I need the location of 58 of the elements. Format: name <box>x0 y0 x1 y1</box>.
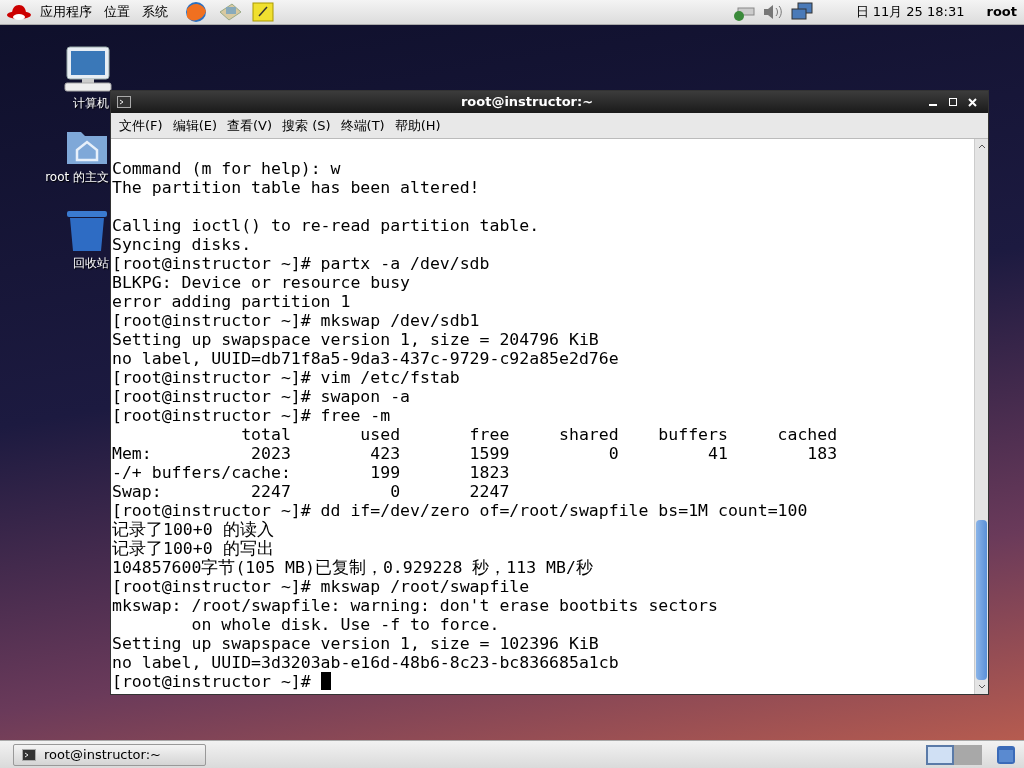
close-icon[interactable] <box>968 97 977 107</box>
terminal-line: [root@instructor ~]# mkswap /dev/sdb1 <box>112 311 480 330</box>
terminal-line: Calling ioctl() to re-read partition table. <box>112 216 540 235</box>
terminal-line: [root@instructor ~]# partx -a /dev/sdb <box>112 254 490 273</box>
terminal-line: [root@instructor ~]# mkswap /root/swapfile <box>112 577 530 596</box>
window-title: root@instructor:~ <box>459 93 595 112</box>
terminal-line: no label, UUID=3d3203ab-e16d-48b6-8c23-bc836685a1cb <box>112 653 619 672</box>
scrollbar[interactable] <box>974 139 988 694</box>
terminal-line: [root@instructor ~]# vim /etc/fstab <box>112 368 460 387</box>
hat-logo-icon[interactable] <box>6 3 32 21</box>
terminal-line: Setting up swapspace version 1, size = 102396 KiB <box>112 634 599 653</box>
scroll-thumb[interactable] <box>976 520 987 680</box>
menu-item[interactable]: 帮助(H) <box>394 115 441 136</box>
terminal-line: Syncing disks. <box>112 235 252 254</box>
terminal-line: 记录了100+0 的写出 <box>112 539 274 558</box>
desktop-icon[interactable] <box>996 744 1016 765</box>
terminal-line: on whole disk. Use -f to force. <box>190 615 500 634</box>
menu-item[interactable]: 查看(V) <box>227 115 273 136</box>
terminal-line: error adding partition 1 <box>112 292 351 311</box>
cursor <box>320 672 331 690</box>
maximize-icon[interactable] <box>949 98 957 106</box>
panel-menu[interactable]: 应用程序 <box>40 2 92 22</box>
terminal-line: Mem: 2023 423 1599 0 41 183 <box>112 444 838 463</box>
menu-item[interactable]: 编辑(E) <box>172 115 217 136</box>
terminal-line: The partition table has been altered! <box>112 178 480 197</box>
desktop-icon-label[interactable]: 回收站 <box>73 254 109 272</box>
monitors-icon[interactable] <box>789 2 814 22</box>
terminal-line: Setting up swapspace version 1, size = 204796 KiB <box>112 330 599 349</box>
desktop-icon-label[interactable]: root 的主文 <box>45 168 109 186</box>
terminal-icon <box>117 96 131 108</box>
terminal-line: [root@instructor ~]# free -m <box>112 406 391 425</box>
notepad-icon[interactable] <box>252 2 274 22</box>
taskbar-button[interactable]: root@instructor:~ <box>13 743 206 766</box>
panel-menu[interactable]: 系统 <box>142 2 168 22</box>
clock[interactable]: 日 11月 25 18:31 <box>855 2 965 22</box>
terminal-line: BLKPG: Device or resource busy <box>112 273 410 292</box>
user-name[interactable]: root <box>986 2 1017 22</box>
panel-menu[interactable]: 位置 <box>104 2 130 22</box>
terminal-line: 记录了100+0 的读入 <box>112 520 274 539</box>
terminal-line: [root@instructor ~]# swapon -a <box>112 387 410 406</box>
terminal-line: total used free shared buffers cached <box>240 425 838 444</box>
terminal-icon <box>22 748 36 761</box>
menu-item[interactable]: 终端(T) <box>340 115 385 136</box>
workspace[interactable] <box>926 744 954 765</box>
menu-item[interactable]: 文件(F) <box>119 115 163 136</box>
desktop-icon-label[interactable]: 计算机 <box>73 94 109 112</box>
terminal-line: no label, UUID=db71f8a5-9da3-437c-9729-c92a85e2d76e <box>112 349 619 368</box>
terminal-line: 104857600字节(105 MB)已复制，0.929228 秒，113 MB/秒 <box>112 558 593 577</box>
terminal-line: Command (m for help): w <box>112 159 341 178</box>
menu-item[interactable]: 搜索 (S) <box>282 115 331 136</box>
terminal-line: -/+ buffers/cache: 199 1823 <box>112 463 510 482</box>
trash-icon <box>65 210 109 252</box>
terminal-line: [root@instructor ~]# <box>112 672 312 691</box>
terminal-line: mkswap: /root/swapfile: warning: don't erase bootbits sectors <box>112 596 718 615</box>
globe-icon[interactable] <box>184 1 208 23</box>
volume-icon[interactable] <box>761 2 784 22</box>
terminal-line: [root@instructor ~]# dd if=/dev/zero of=/root/swapfile bs=1M count=100 <box>112 501 808 520</box>
terminal-line: Swap: 2247 0 2247 <box>112 482 510 501</box>
